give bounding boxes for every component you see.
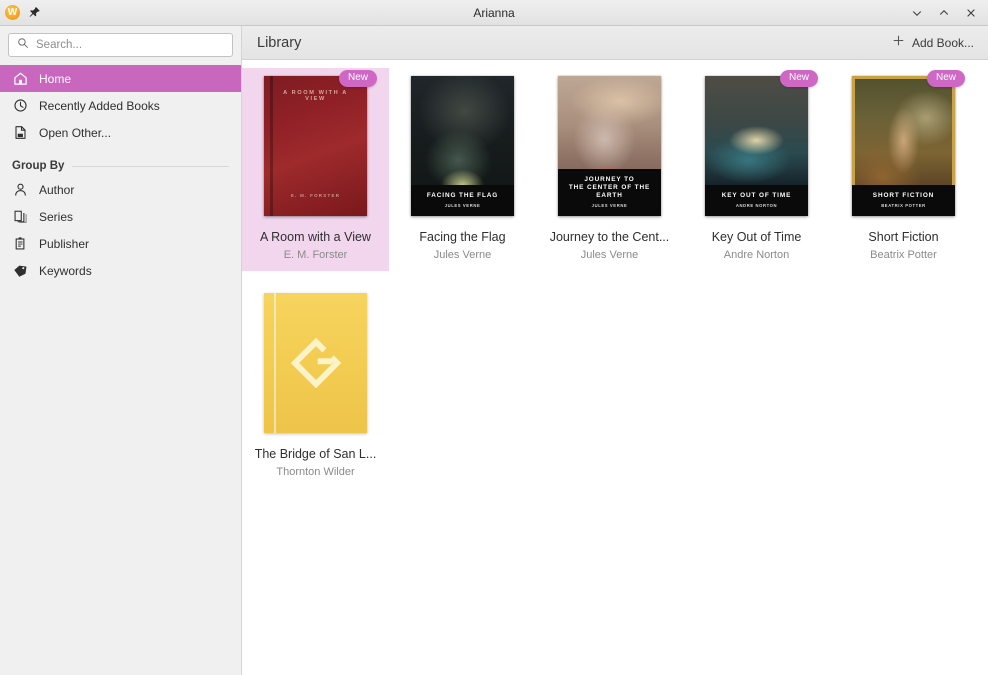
- book-title: The Bridge of San L...: [254, 447, 377, 461]
- book-card-the-bridge-of-san-luis-rey[interactable]: The Bridge of San L... Thornton Wilder: [242, 285, 389, 488]
- search-input[interactable]: Search...: [8, 33, 233, 57]
- book-author: Thornton Wilder: [276, 466, 355, 478]
- book-title: A Room with a View: [260, 230, 371, 244]
- person-icon: [12, 182, 28, 197]
- book-author: E. M. Forster: [283, 249, 348, 261]
- epub-logo-icon: [289, 336, 343, 390]
- search-placeholder: Search...: [36, 39, 83, 51]
- sidebar-item-keywords-label: Keywords: [39, 263, 92, 278]
- cover-author-text: E. M. FORSTER: [290, 193, 341, 198]
- cover-holder: KEY OUT OF TIME ANDRE NORTON New: [705, 70, 818, 216]
- window-title: Arianna: [473, 5, 515, 20]
- clock-icon: [12, 98, 28, 113]
- new-badge: New: [338, 70, 377, 87]
- sidebar-item-open-other-label: Open Other...: [39, 125, 112, 140]
- minimize-button[interactable]: [910, 6, 923, 19]
- close-button[interactable]: [964, 6, 977, 19]
- book-grid: A ROOM WITH A VIEW E. M. FORSTER New A R…: [242, 60, 988, 675]
- new-badge: New: [926, 70, 965, 87]
- cover-holder: [264, 293, 367, 433]
- book-cover[interactable]: [264, 293, 367, 433]
- sidebar-item-recently-added-books[interactable]: Recently Added Books: [0, 92, 241, 119]
- add-book-label: Add Book...: [911, 35, 974, 50]
- sidebar-item-keywords[interactable]: Keywords: [0, 257, 241, 284]
- sidebar-item-author[interactable]: Author: [0, 176, 241, 203]
- book-cover[interactable]: KEY OUT OF TIME ANDRE NORTON: [705, 76, 808, 216]
- titlebar-left-icons: W: [0, 5, 41, 20]
- cover-author-text: ANDRE NORTON: [735, 203, 778, 208]
- sidebar-item-open-other[interactable]: Open Other...: [0, 119, 241, 146]
- book-card-key-out-of-time[interactable]: KEY OUT OF TIME ANDRE NORTON New Key Out…: [683, 68, 830, 271]
- tag-icon: [12, 263, 28, 278]
- pin-icon[interactable]: [27, 6, 41, 20]
- content-area: Library Add Book... A ROOM WITH A VIEW E…: [242, 26, 988, 675]
- cover-title-text: A ROOM WITH A VIEW: [283, 90, 348, 102]
- add-book-button[interactable]: Add Book...: [892, 34, 974, 51]
- book-cover[interactable]: SHORT FICTION BEATRIX POTTER: [852, 76, 955, 216]
- book-author: Beatrix Potter: [870, 249, 937, 261]
- book-cover[interactable]: FACING THE FLAG JULES VERNE: [411, 76, 514, 216]
- stacked-pages-icon: [12, 209, 28, 224]
- sidebar-item-publisher[interactable]: Publisher: [0, 230, 241, 257]
- book-author: Jules Verne: [580, 249, 639, 261]
- book-cover[interactable]: JOURNEY TO THE CENTER OF THE EARTH JULES…: [558, 76, 661, 216]
- clipboard-icon: [12, 236, 28, 251]
- cover-title-text: FACING THE FLAG: [426, 192, 499, 199]
- book-author: Jules Verne: [433, 249, 492, 261]
- cover-author-text: JULES VERNE: [444, 203, 481, 208]
- cover-title-band: FACING THE FLAG JULES VERNE: [411, 185, 514, 216]
- sidebar-item-author-label: Author: [39, 182, 75, 197]
- book-card-a-room-with-a-view[interactable]: A ROOM WITH A VIEW E. M. FORSTER New A R…: [242, 68, 389, 271]
- sidebar-item-publisher-label: Publisher: [39, 236, 90, 251]
- group-by-label: Group By: [12, 160, 65, 172]
- sidebar-item-series[interactable]: Series: [0, 203, 241, 230]
- sidebar: Search... Home Recently Added Books Open…: [0, 26, 242, 675]
- home-icon: [12, 71, 28, 86]
- book-title: Journey to the Cent...: [549, 230, 670, 244]
- cover-author-text: BEATRIX POTTER: [881, 203, 926, 208]
- cover-title-band: JOURNEY TO THE CENTER OF THE EARTH JULES…: [558, 169, 661, 216]
- window-controls: [910, 6, 988, 19]
- cover-holder: SHORT FICTION BEATRIX POTTER New: [852, 70, 965, 216]
- cover-holder: A ROOM WITH A VIEW E. M. FORSTER New: [264, 70, 377, 216]
- sidebar-item-home-label: Home: [39, 71, 72, 86]
- book-card-facing-the-flag[interactable]: FACING THE FLAG JULES VERNE Facing the F…: [389, 68, 573, 271]
- group-by-header: Group By: [0, 146, 241, 176]
- file-open-icon: [12, 125, 28, 140]
- cover-title-band: KEY OUT OF TIME ANDRE NORTON: [705, 185, 808, 216]
- new-badge: New: [779, 70, 818, 87]
- cover-title-text: JOURNEY TO THE CENTER OF THE EARTH: [568, 176, 651, 199]
- library-header: Library Add Book...: [242, 26, 988, 60]
- divider: [72, 165, 229, 167]
- cover-title-band: SHORT FICTION BEATRIX POTTER: [852, 185, 955, 216]
- book-card-short-fiction[interactable]: SHORT FICTION BEATRIX POTTER New Short F…: [830, 68, 977, 271]
- window-titlebar: W Arianna: [0, 0, 988, 26]
- cover-author-text: JULES VERNE: [591, 203, 628, 208]
- sidebar-item-series-label: Series: [39, 209, 74, 224]
- plus-icon: [892, 34, 905, 51]
- search-container: Search...: [0, 33, 241, 65]
- book-title: Facing the Flag: [419, 230, 506, 244]
- sidebar-item-recently-added-books-label: Recently Added Books: [39, 98, 160, 113]
- search-icon: [17, 36, 29, 54]
- cover-holder: JOURNEY TO THE CENTER OF THE EARTH JULES…: [558, 76, 720, 216]
- cover-holder: FACING THE FLAG JULES VERNE: [411, 76, 573, 216]
- book-cover[interactable]: A ROOM WITH A VIEW E. M. FORSTER: [264, 76, 367, 216]
- book-author: Andre Norton: [723, 249, 790, 261]
- cover-title-text: KEY OUT OF TIME: [721, 192, 792, 199]
- book-title: Key Out of Time: [711, 230, 802, 244]
- page-title: Library: [257, 34, 302, 51]
- book-card-journey-to-the-center[interactable]: JOURNEY TO THE CENTER OF THE EARTH JULES…: [536, 68, 720, 271]
- app-logo-icon: W: [5, 5, 20, 20]
- cover-title-text: SHORT FICTION: [872, 192, 935, 199]
- book-title: Short Fiction: [868, 230, 939, 244]
- maximize-button[interactable]: [937, 6, 950, 19]
- sidebar-item-home[interactable]: Home: [0, 65, 241, 92]
